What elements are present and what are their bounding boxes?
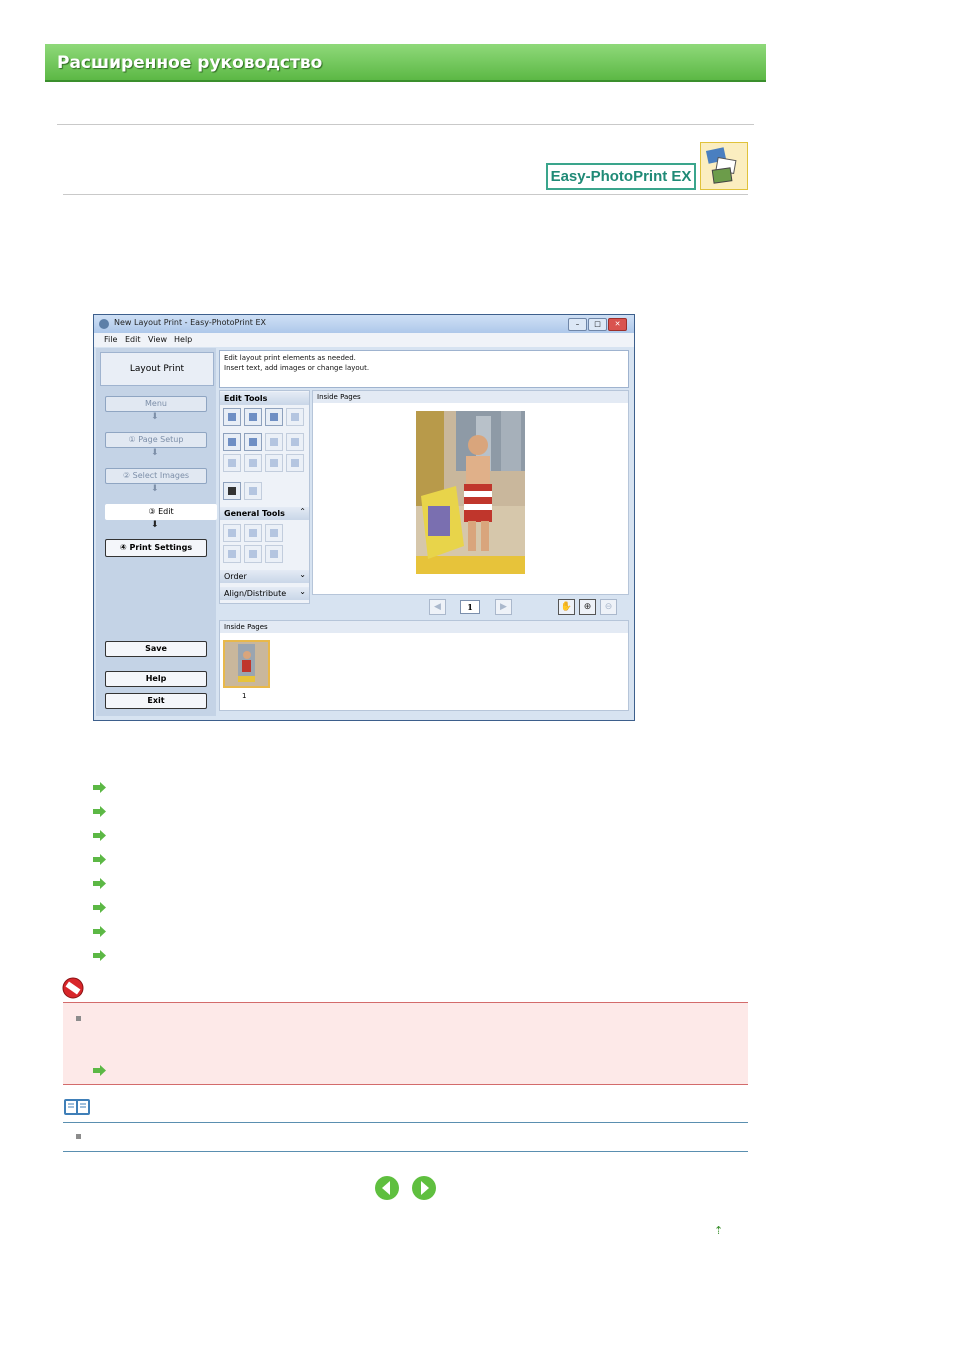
important-box bbox=[63, 1002, 748, 1085]
book-icon bbox=[64, 1099, 90, 1115]
prev-page-icon[interactable] bbox=[375, 1176, 399, 1200]
thumbnail-pane: Inside Pages 1 bbox=[219, 620, 629, 711]
order-header[interactable]: Order ⌄ bbox=[220, 570, 309, 583]
menu-view[interactable]: View bbox=[148, 335, 167, 344]
zoom-in-icon[interactable]: ⊕ bbox=[579, 599, 596, 615]
thumbnails-header: Inside Pages bbox=[220, 621, 628, 633]
page-thumbnail[interactable] bbox=[223, 640, 270, 688]
cut-icon[interactable] bbox=[223, 545, 241, 563]
redo-icon[interactable] bbox=[244, 524, 262, 542]
page-number-field[interactable]: 1 bbox=[460, 600, 480, 614]
text-icon[interactable] bbox=[223, 482, 241, 500]
menu-edit[interactable]: Edit bbox=[125, 335, 141, 344]
page-top-icon[interactable]: ⇡ bbox=[714, 1224, 723, 1237]
next-page-button[interactable]: ▶ bbox=[495, 599, 512, 615]
bullet bbox=[76, 1134, 81, 1139]
right-arrow-icon[interactable] bbox=[93, 782, 107, 793]
edit-tools-header: Edit Tools bbox=[220, 392, 309, 405]
rotate-right-icon[interactable] bbox=[286, 454, 304, 472]
down-arrow-icon: ⬇ bbox=[151, 448, 159, 458]
right-arrow-icon[interactable] bbox=[93, 902, 107, 913]
collapse-icon[interactable]: ⌃ bbox=[299, 507, 306, 516]
title-bar: New Layout Print - Easy-PhotoPrint EX – … bbox=[94, 315, 634, 333]
prev-page-button[interactable]: ◀ bbox=[429, 599, 446, 615]
left-nav: Layout Print Menu ⬇ ① Page Setup ⬇ ② Sel… bbox=[96, 348, 217, 716]
menu-file[interactable]: File bbox=[104, 335, 117, 344]
right-arrow-icon[interactable] bbox=[93, 926, 107, 937]
no-entry-icon bbox=[62, 977, 84, 999]
nav-page-setup-button[interactable]: ① Page Setup bbox=[105, 432, 207, 448]
help-button[interactable]: Help bbox=[105, 671, 207, 687]
photo-preview[interactable] bbox=[416, 411, 525, 574]
preview-pane: Inside Pages bbox=[312, 390, 629, 595]
page-navigator: ◀ 1 ▶ ✋ ⊕ ⊖ bbox=[312, 597, 627, 617]
down-arrow-icon: ⬇ bbox=[151, 484, 159, 494]
layout-icon[interactable] bbox=[265, 408, 283, 426]
nav-select-images-button[interactable]: ② Select Images bbox=[105, 468, 207, 484]
flip-icon[interactable] bbox=[223, 454, 241, 472]
nav-print-settings-button[interactable]: ④ Print Settings bbox=[105, 539, 207, 557]
add-image-icon[interactable] bbox=[223, 408, 241, 426]
right-arrow-icon[interactable] bbox=[93, 950, 107, 961]
instruction-line: Insert text, add images or change layout… bbox=[224, 364, 370, 372]
hand-tool-icon[interactable]: ✋ bbox=[558, 599, 575, 615]
expand-icon[interactable]: ⌄ bbox=[299, 570, 306, 579]
crop-icon[interactable] bbox=[265, 433, 283, 451]
delete-icon[interactable] bbox=[265, 524, 283, 542]
down-arrow-icon: ⬇ bbox=[151, 412, 159, 422]
rotate-icon[interactable] bbox=[244, 454, 262, 472]
change-image-icon[interactable] bbox=[244, 408, 262, 426]
frame-icon[interactable] bbox=[223, 433, 241, 451]
save-button[interactable]: Save bbox=[105, 641, 207, 657]
right-arrow-icon[interactable] bbox=[93, 878, 107, 889]
menu-help[interactable]: Help bbox=[174, 335, 192, 344]
expand-icon[interactable]: ⌄ bbox=[299, 587, 306, 596]
divider bbox=[57, 124, 754, 125]
thumbnail-number: 1 bbox=[242, 692, 247, 700]
zoom-out-icon[interactable]: ⊖ bbox=[600, 599, 617, 615]
app-icon bbox=[99, 319, 109, 329]
down-arrow-icon: ⬇ bbox=[151, 520, 159, 530]
copy-icon[interactable] bbox=[244, 545, 262, 563]
background-icon[interactable] bbox=[244, 433, 262, 451]
window-title: New Layout Print - Easy-PhotoPrint EX bbox=[114, 318, 267, 327]
next-page-icon[interactable] bbox=[412, 1176, 436, 1200]
minimize-button[interactable]: – bbox=[568, 318, 587, 331]
right-arrow-icon[interactable] bbox=[93, 806, 107, 817]
instruction-line: Edit layout print elements as needed. bbox=[224, 354, 356, 362]
rotate-left-icon[interactable] bbox=[265, 454, 283, 472]
manual-banner: Расширенное руководство bbox=[45, 44, 766, 82]
undo-icon[interactable] bbox=[223, 524, 241, 542]
product-logo: Easy-PhotoPrint EX bbox=[546, 163, 696, 190]
preview-header: Inside Pages bbox=[313, 391, 628, 403]
menu-bar: File Edit View Help bbox=[94, 333, 634, 347]
divider bbox=[63, 194, 748, 195]
bullet bbox=[76, 1016, 81, 1021]
paste-icon[interactable] bbox=[265, 545, 283, 563]
general-tools-header: General Tools ⌃ bbox=[220, 507, 309, 520]
duplicate-icon[interactable] bbox=[286, 408, 304, 426]
right-arrow-icon[interactable] bbox=[93, 854, 107, 865]
nav-edit-button[interactable]: ③ Edit bbox=[105, 504, 217, 520]
manual-title: Расширенное руководство bbox=[57, 53, 323, 73]
note-rule bbox=[63, 1122, 748, 1123]
nav-title: Layout Print bbox=[100, 352, 214, 386]
instruction-box: Edit layout print elements as needed. In… bbox=[219, 350, 629, 388]
right-arrow-icon[interactable] bbox=[93, 1065, 107, 1076]
nav-menu-button[interactable]: Menu bbox=[105, 396, 207, 412]
vertical-text-icon[interactable] bbox=[244, 482, 262, 500]
note-rule bbox=[63, 1151, 748, 1152]
image-icon[interactable] bbox=[286, 433, 304, 451]
align-distribute-header[interactable]: Align/Distribute ⌄ bbox=[220, 587, 309, 600]
product-icon bbox=[700, 142, 748, 190]
tools-panel: Edit Tools General Tools ⌃ Order ⌄ Align/D… bbox=[219, 390, 310, 604]
close-button[interactable]: ✕ bbox=[608, 318, 627, 331]
exit-button[interactable]: Exit bbox=[105, 693, 207, 709]
maximize-button[interactable]: □ bbox=[588, 318, 607, 331]
right-arrow-icon[interactable] bbox=[93, 830, 107, 841]
app-window: New Layout Print - Easy-PhotoPrint EX – … bbox=[93, 314, 635, 721]
